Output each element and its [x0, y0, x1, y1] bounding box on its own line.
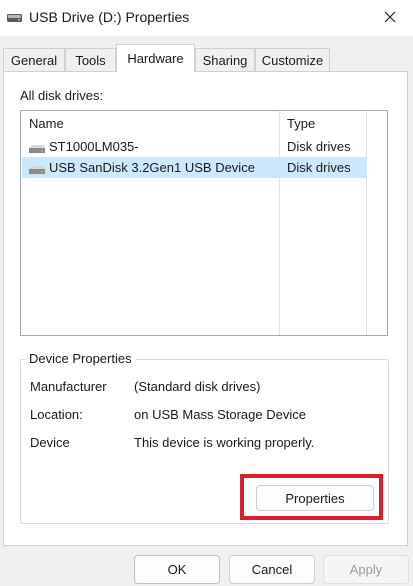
list-item[interactable]: ST1000LM035- Disk drives	[22, 136, 367, 157]
location-value: on USB Mass Storage Device	[134, 407, 306, 422]
cancel-button[interactable]: Cancel	[229, 555, 315, 584]
column-header-name[interactable]: Name	[22, 112, 280, 136]
tab-sharing-label: Sharing	[202, 52, 248, 68]
device-status-value: This device is working properly.	[134, 435, 315, 450]
usb-drive-icon	[6, 11, 23, 24]
all-disk-drives-label: All disk drives:	[20, 88, 104, 103]
tab-strip: General Tools Hardware Sharing Customize	[0, 36, 413, 72]
tab-customize-label: Customize	[261, 52, 324, 68]
list-header: Name Type	[22, 112, 386, 136]
drive-type: Disk drives	[287, 139, 351, 154]
device-properties-title: Device Properties	[26, 351, 135, 366]
properties-window: USB Drive (D:) Properties General Tools …	[0, 0, 413, 586]
tab-tools[interactable]: Tools	[65, 48, 116, 71]
window-title: USB Drive (D:) Properties	[29, 9, 190, 25]
device-status-label: Device	[30, 435, 70, 450]
tab-hardware-label: Hardware	[127, 51, 184, 66]
drive-name: ST1000LM035-	[49, 139, 139, 154]
column-header-type[interactable]: Type	[280, 112, 366, 136]
disk-drive-icon	[28, 163, 46, 174]
drive-type: Disk drives	[287, 160, 351, 175]
tab-hardware[interactable]: Hardware	[116, 44, 195, 72]
close-button[interactable]	[367, 0, 413, 36]
tab-general-label: General	[10, 52, 58, 68]
manufacturer-label: Manufacturer	[30, 379, 107, 394]
tab-general[interactable]: General	[3, 48, 65, 71]
close-icon	[384, 11, 396, 26]
tab-customize[interactable]: Customize	[255, 48, 330, 71]
list-item-selected[interactable]: USB SanDisk 3.2Gen1 USB Device Disk driv…	[22, 157, 367, 178]
tab-sharing[interactable]: Sharing	[195, 48, 255, 71]
location-label: Location:	[30, 407, 83, 422]
ok-button[interactable]: OK	[134, 555, 220, 584]
disk-drive-icon	[28, 142, 46, 153]
properties-button[interactable]: Properties	[256, 485, 374, 511]
tab-tools-label: Tools	[75, 52, 106, 68]
apply-button[interactable]: Apply	[323, 555, 409, 584]
disk-drives-list[interactable]: Name Type ST1000LM035- Disk drives USB S…	[20, 110, 388, 336]
manufacturer-value: (Standard disk drives)	[134, 379, 261, 394]
drive-name: USB SanDisk 3.2Gen1 USB Device	[49, 160, 255, 175]
title-bar: USB Drive (D:) Properties	[0, 0, 413, 36]
